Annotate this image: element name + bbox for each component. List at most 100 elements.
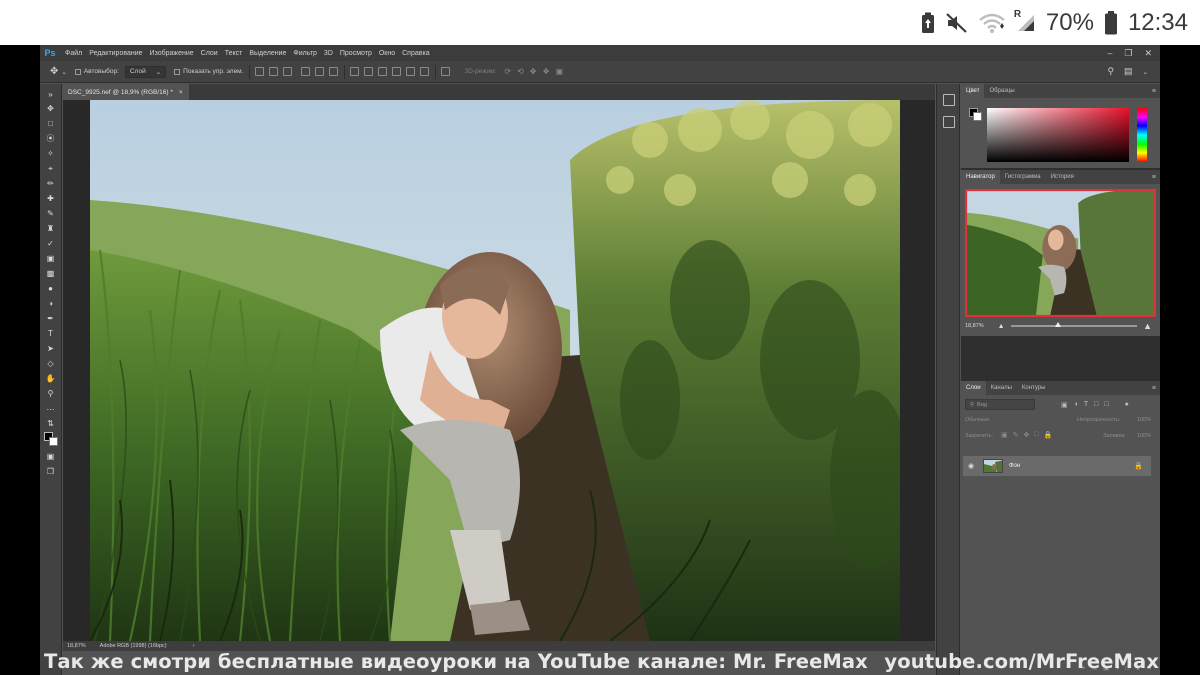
menu-filter[interactable]: Фильтр (293, 50, 317, 57)
crop-tool-icon[interactable]: ⌖ (44, 163, 57, 174)
search-icon[interactable]: ⚲ (1107, 66, 1114, 77)
properties-panel-icon[interactable] (943, 116, 955, 128)
auto-select-dropdown[interactable]: Слой ⌄ (124, 65, 167, 78)
lock-transparency-icon[interactable]: ▣ (1001, 431, 1008, 439)
align-top-icon[interactable] (255, 67, 265, 76)
history-brush-tool-icon[interactable]: ✓ (44, 238, 57, 249)
move-tool-icon[interactable]: ✥ (44, 103, 57, 114)
zoom-out-icon[interactable]: ▲ (998, 323, 1005, 330)
panel-background-swatch[interactable] (973, 112, 982, 121)
color-swatches[interactable] (44, 432, 58, 446)
auto-align-icon[interactable] (441, 67, 451, 76)
align-left-icon[interactable] (301, 67, 311, 76)
document-tab[interactable]: DSC_9925.nef @ 18,9% (RGB/16) * × (63, 84, 189, 100)
distribute-vcenter-icon[interactable] (364, 67, 374, 76)
swap-colors-icon[interactable]: ⇅ (44, 418, 57, 429)
show-transform-checkbox[interactable] (174, 68, 181, 75)
menu-view[interactable]: Просмотр (340, 50, 372, 57)
menu-image[interactable]: Изображение (150, 50, 194, 57)
tab-swatches[interactable]: Образцы (984, 84, 1019, 98)
menu-help[interactable]: Справка (402, 50, 429, 57)
lasso-tool-icon[interactable]: ⦿ (44, 133, 57, 144)
tab-history[interactable]: История (1046, 170, 1079, 184)
opacity-value[interactable]: 100% (1137, 417, 1151, 423)
minimize-icon[interactable]: – (1107, 48, 1112, 59)
background-color[interactable] (49, 437, 58, 446)
color-field[interactable] (987, 108, 1129, 162)
panel-menu-icon[interactable]: ≡ (1152, 385, 1156, 392)
close-tab-icon[interactable]: × (179, 89, 183, 96)
type-tool-icon[interactable]: T (44, 328, 57, 339)
hand-tool-icon[interactable]: ✋ (44, 373, 57, 384)
lock-all-icon[interactable]: 🔒 (1044, 431, 1053, 439)
workspace-icon[interactable]: ▤ (1124, 66, 1133, 77)
document-image[interactable] (90, 100, 900, 641)
distribute-hcenter-icon[interactable] (406, 67, 416, 76)
clone-stamp-tool-icon[interactable]: ♜ (44, 223, 57, 234)
tab-color[interactable]: Цвет (961, 84, 985, 98)
blend-mode-dropdown[interactable]: Обычные (965, 417, 989, 423)
3d-orbit-icon[interactable]: ⟳ (504, 67, 511, 76)
layer-filter-dropdown[interactable]: ⚲ Вид (965, 399, 1035, 410)
distribute-top-icon[interactable] (350, 67, 360, 76)
dodge-tool-icon[interactable]: ◑ (44, 298, 57, 309)
zoom-slider-handle[interactable] (1055, 322, 1061, 327)
lock-position-icon[interactable]: ✥ (1024, 431, 1030, 439)
navigator-zoom-readout[interactable]: 18,87% (965, 323, 984, 329)
zoom-tool-icon[interactable]: ⚲ (44, 388, 57, 399)
pen-tool-icon[interactable]: ✒ (44, 313, 57, 324)
lock-artboard-icon[interactable]: □ (1034, 431, 1038, 439)
filter-adjustment-icon[interactable]: ◑ (1074, 401, 1078, 409)
align-hcenter-icon[interactable] (315, 67, 325, 76)
tab-paths[interactable]: Контуры (1017, 381, 1051, 395)
3d-scale-icon[interactable]: ▣ (556, 67, 564, 76)
3d-slide-icon[interactable]: ❖ (542, 67, 549, 76)
align-bottom-icon[interactable] (283, 67, 293, 76)
brush-tool-icon[interactable]: ✎ (44, 208, 57, 219)
menu-window[interactable]: Окно (379, 50, 395, 57)
distribute-bottom-icon[interactable] (378, 67, 388, 76)
align-right-icon[interactable] (329, 67, 339, 76)
tab-channels[interactable]: Каналы (986, 381, 1017, 395)
menu-file[interactable]: Файл (65, 50, 82, 57)
history-panel-icon[interactable] (943, 94, 955, 106)
menu-3d[interactable]: 3D (324, 50, 333, 57)
gradient-tool-icon[interactable]: ▩ (44, 268, 57, 279)
menu-layer[interactable]: Слои (201, 50, 218, 57)
menu-select[interactable]: Выделение (249, 50, 286, 57)
distribute-right-icon[interactable] (420, 67, 430, 76)
quick-mask-icon[interactable]: ▣ (44, 451, 57, 462)
menu-type[interactable]: Текст (225, 50, 243, 57)
eyedropper-tool-icon[interactable]: ✏ (44, 178, 57, 189)
workspace-chevron-icon[interactable]: ⌄ (1143, 68, 1148, 76)
toolbox-collapse-icon[interactable]: » (44, 89, 57, 100)
navigator-thumbnail[interactable] (965, 189, 1156, 317)
align-vcenter-icon[interactable] (269, 67, 279, 76)
filter-shape-icon[interactable]: □ (1094, 401, 1098, 409)
filter-pixel-icon[interactable]: ▣ (1061, 401, 1068, 409)
fill-value[interactable]: 100% (1137, 433, 1151, 439)
healing-brush-tool-icon[interactable]: ✚ (44, 193, 57, 204)
filter-type-icon[interactable]: T (1084, 401, 1088, 409)
more-tools-icon[interactable]: ⋯ (44, 404, 57, 415)
menu-edit[interactable]: Редактирование (89, 50, 142, 57)
filter-smart-icon[interactable]: □ (1104, 401, 1108, 409)
tab-navigator[interactable]: Навигатор (961, 170, 1000, 184)
close-icon[interactable]: ✕ (1144, 48, 1152, 59)
tool-preset-chevron-icon[interactable]: ⌄ (61, 68, 66, 76)
filter-toggle-icon[interactable]: ● (1125, 401, 1129, 409)
layer-row[interactable]: ◉ Фон 🔒 (963, 456, 1151, 476)
eye-icon[interactable]: ◉ (965, 462, 977, 470)
panel-menu-icon[interactable]: ≡ (1152, 88, 1156, 95)
panel-menu-icon[interactable]: ≡ (1152, 174, 1156, 181)
zoom-in-icon[interactable]: ▲ (1143, 321, 1152, 331)
screen-mode-icon[interactable]: ❐ (44, 466, 57, 477)
blur-tool-icon[interactable]: ● (44, 283, 57, 294)
layer-name[interactable]: Фон (1009, 463, 1020, 469)
navigator-zoom-slider[interactable] (1011, 322, 1137, 327)
restore-icon[interactable]: ❐ (1124, 48, 1132, 59)
hue-slider[interactable] (1137, 108, 1147, 162)
eraser-tool-icon[interactable]: ▣ (44, 253, 57, 264)
shape-tool-icon[interactable]: ◇ (44, 358, 57, 369)
marquee-tool-icon[interactable]: □ (44, 118, 57, 129)
